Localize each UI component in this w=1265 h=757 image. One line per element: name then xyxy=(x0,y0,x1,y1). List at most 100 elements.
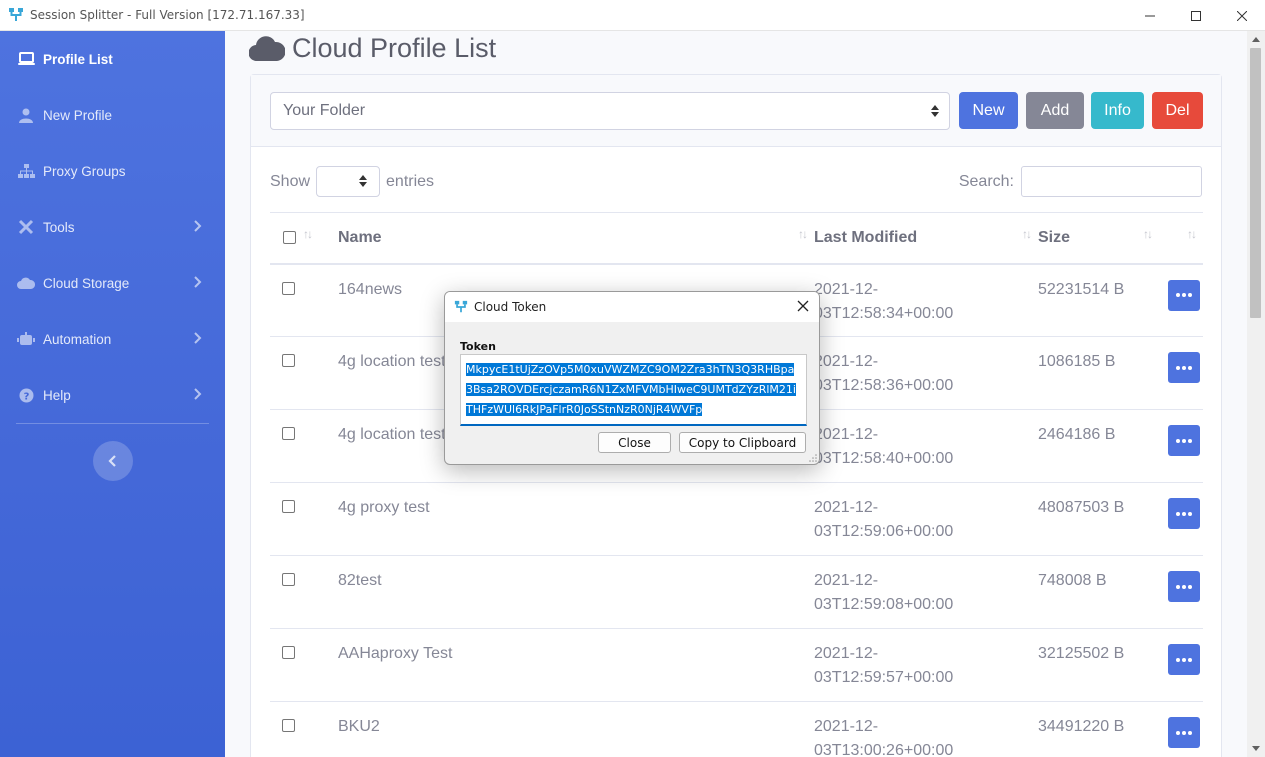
sidebar-item-proxy-groups[interactable]: Proxy Groups xyxy=(0,143,225,199)
entries-select[interactable] xyxy=(316,166,381,197)
scroll-down-icon[interactable] xyxy=(1252,746,1260,751)
row-actions-button[interactable] xyxy=(1168,279,1200,311)
chevron-left-icon xyxy=(108,455,116,467)
row-checkbox[interactable] xyxy=(282,354,295,367)
modified-time: 03T12:58:36+00:00 xyxy=(814,377,954,394)
row-checkbox[interactable] xyxy=(282,281,295,295)
folder-select-value: Your Folder xyxy=(283,102,366,119)
column-header-name[interactable]: Name ↑↓ xyxy=(338,212,814,265)
sidebar-item-cloud-storage[interactable]: Cloud Storage xyxy=(0,255,225,311)
modified-date: 2021-12- xyxy=(814,426,879,443)
modified-date: 2021-12- xyxy=(814,499,879,516)
row-checkbox[interactable] xyxy=(282,646,295,659)
maximize-button[interactable] xyxy=(1173,0,1219,31)
profile-name: AAHaproxy Test xyxy=(338,628,814,702)
sidebar-item-automation[interactable]: Automation xyxy=(0,311,225,367)
app-logo-icon xyxy=(454,300,468,313)
table-row: 4g proxy test 2021-12- 03T12:59:06+00:00 … xyxy=(270,482,1203,556)
dialog-close-button[interactable]: Close xyxy=(598,432,671,453)
last-modified-cell: 2021-12- 03T13:00:26+00:00 xyxy=(814,701,1038,757)
sort-icon: ↑↓ xyxy=(1143,227,1153,241)
sidebar-toggle-button[interactable] xyxy=(93,441,133,481)
row-checkbox[interactable] xyxy=(282,500,295,513)
add-button[interactable]: Add xyxy=(1026,92,1084,129)
select-all-checkbox[interactable] xyxy=(283,231,296,245)
copy-to-clipboard-button[interactable]: Copy to Clipboard xyxy=(679,432,806,453)
modified-time: 03T12:59:57+00:00 xyxy=(814,669,954,686)
maximize-icon xyxy=(1191,10,1201,21)
dialog-titlebar: Cloud Token xyxy=(445,292,819,322)
folder-select[interactable]: Your Folder xyxy=(270,92,950,130)
last-modified-cell: 2021-12- 03T12:58:36+00:00 xyxy=(814,336,1038,410)
row-actions-button[interactable] xyxy=(1168,644,1200,675)
row-checkbox[interactable] xyxy=(282,573,295,586)
modified-date: 2021-12- xyxy=(814,280,879,298)
row-actions-button[interactable] xyxy=(1168,352,1200,383)
info-button[interactable]: Info xyxy=(1091,92,1144,129)
last-modified-cell: 2021-12- 03T12:59:08+00:00 xyxy=(814,555,1038,629)
vertical-scrollbar[interactable] xyxy=(1247,31,1265,757)
column-header-size[interactable]: Size ↑↓ xyxy=(1038,212,1159,265)
search-label: Search: xyxy=(958,172,1014,190)
sort-icon: ↑↓ xyxy=(1187,227,1197,241)
size-cell: 34491220 B xyxy=(1038,701,1159,757)
search-input[interactable] xyxy=(1021,166,1202,197)
size-cell: 32125502 B xyxy=(1038,628,1159,702)
sort-icon[interactable]: ↑↓ xyxy=(303,227,313,241)
sidebar-item-tools[interactable]: Tools xyxy=(0,199,225,255)
size-cell: 2464186 B xyxy=(1038,409,1159,483)
modified-time: 03T12:58:40+00:00 xyxy=(814,450,954,467)
token-textarea[interactable]: MkpycE1tUjZzOVp5M0xuVWZMZC9OM2Zra3hTN3Q3… xyxy=(460,354,807,426)
table-row: AAHaproxy Test 2021-12- 03T12:59:57+00:00… xyxy=(270,628,1203,702)
show-label: Show xyxy=(270,172,311,190)
chevron-right-icon xyxy=(194,276,202,288)
size-cell: 1086185 B xyxy=(1038,336,1159,410)
resize-grip-icon[interactable] xyxy=(809,454,817,462)
sidebar-item-profile-list[interactable]: Profile List xyxy=(0,31,225,87)
row-actions-button[interactable] xyxy=(1168,571,1200,602)
modified-time: 03T12:58:34+00:00 xyxy=(814,304,954,322)
scroll-up-icon[interactable] xyxy=(1252,37,1260,42)
close-icon[interactable] xyxy=(795,298,811,314)
column-header-actions[interactable]: ↑↓ xyxy=(1159,212,1203,265)
row-checkbox[interactable] xyxy=(282,719,295,732)
sidebar-item-new-profile[interactable]: New Profile xyxy=(0,87,225,143)
window-title: Session Splitter - Full Version [172.71.… xyxy=(30,8,305,22)
delete-button[interactable]: Del xyxy=(1152,92,1203,129)
row-checkbox[interactable] xyxy=(282,427,295,440)
modified-date: 2021-12- xyxy=(814,353,879,370)
sidebar-item-label: Tools xyxy=(43,219,75,235)
column-label: Size xyxy=(1038,228,1071,246)
row-actions-button[interactable] xyxy=(1168,717,1200,748)
sidebar-item-label: New Profile xyxy=(43,107,113,123)
page-title: Cloud Profile List xyxy=(249,31,496,65)
modified-date: 2021-12- xyxy=(814,645,879,662)
column-label: Last Modified xyxy=(814,228,918,246)
modified-time: 03T12:59:08+00:00 xyxy=(814,596,954,613)
last-modified-cell: 2021-12- 03T12:58:34+00:00 xyxy=(814,263,1038,337)
token-label: Token xyxy=(460,340,496,353)
sidebar-item-label: Help xyxy=(43,387,71,403)
sidebar-item-label: Automation xyxy=(43,331,112,347)
user-icon xyxy=(19,108,33,123)
row-actions-button[interactable] xyxy=(1168,425,1200,456)
show-entries: Show entries xyxy=(270,166,434,197)
sidebar-item-help[interactable]: ? Help xyxy=(0,367,225,423)
row-actions-button[interactable] xyxy=(1168,498,1200,529)
sidebar: Profile List New Profile Proxy Groups To… xyxy=(0,31,225,757)
card-header: Your Folder New Add Info Del xyxy=(251,75,1221,147)
scrollbar-thumb[interactable] xyxy=(1250,48,1261,318)
profile-name: 82test xyxy=(338,555,814,629)
modified-time: 03T12:59:06+00:00 xyxy=(814,523,954,540)
column-header-last-modified[interactable]: Last Modified ↑↓ xyxy=(814,212,1038,265)
window-titlebar: Session Splitter - Full Version [172.71.… xyxy=(0,0,1265,31)
minimize-button[interactable] xyxy=(1127,0,1173,31)
profile-name: 4g proxy test xyxy=(338,482,814,556)
select-arrows-icon xyxy=(931,105,939,117)
new-button[interactable]: New xyxy=(959,92,1018,129)
modified-date: 2021-12- xyxy=(814,572,879,589)
close-icon xyxy=(1237,10,1247,21)
close-window-button[interactable] xyxy=(1219,0,1265,31)
token-value: MkpycE1tUjZzOVp5M0xuVWZMZC9OM2Zra3hTN3Q3… xyxy=(466,363,796,416)
column-label: Name xyxy=(338,228,382,246)
